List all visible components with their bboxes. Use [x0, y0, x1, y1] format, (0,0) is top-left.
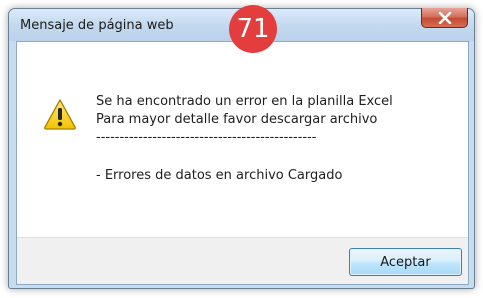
dialog-content: Se ha encontrado un error en la planilla… — [16, 41, 469, 285]
dialog-title: Mensaje de página web — [20, 18, 174, 33]
ok-button[interactable]: Aceptar — [349, 248, 462, 276]
message-line: Se ha encontrado un error en la planilla… — [96, 94, 393, 109]
message-line: Para mayor detalle favor descargar archi… — [96, 112, 378, 127]
close-button[interactable] — [421, 8, 468, 28]
message-separator: ----------------------------------------… — [96, 130, 317, 145]
dialog-footer: Aceptar — [17, 237, 468, 284]
message-line: - Errores de datos en archivo Cargado — [96, 168, 343, 183]
message-dialog: Mensaje de página web Se ha encontrado u… — [8, 5, 475, 289]
step-number-badge: 71 — [229, 5, 277, 53]
close-x-icon — [438, 11, 451, 24]
warning-icon — [44, 99, 76, 130]
message-text: Se ha encontrado un error en la planilla… — [96, 93, 393, 185]
